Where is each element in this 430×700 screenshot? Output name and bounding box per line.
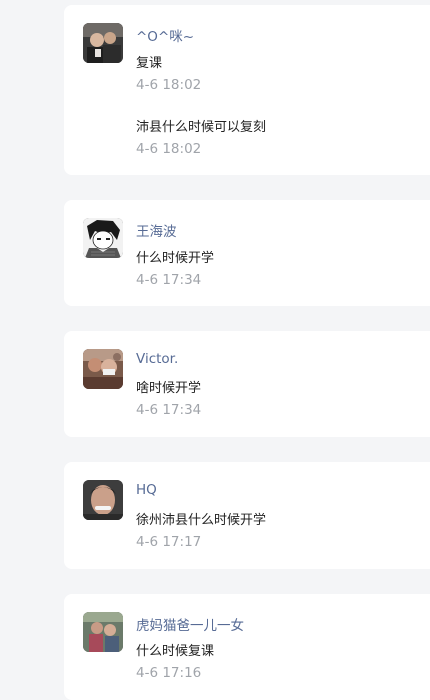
comment-card: ^O^咪~ 复课 4-6 18:02 沛县什么时候可以复刻 4-6 18:02 <box>64 5 430 175</box>
comment-text: 徐州沛县什么时候开学 <box>136 513 267 528</box>
comment-text: 沛县什么时候可以复刻 <box>136 120 267 135</box>
comment-text: 啥时候开学 <box>136 381 202 396</box>
comment-feed: ^O^咪~ 复课 4-6 18:02 沛县什么时候可以复刻 4-6 18:02 … <box>0 0 430 700</box>
comment-time: 4-6 17:16 <box>136 665 202 681</box>
comment-time: 4-6 17:17 <box>136 534 202 550</box>
user-name[interactable]: 王海波 <box>136 220 177 240</box>
user-name[interactable]: ^O^咪~ <box>136 25 194 45</box>
comment-time: 4-6 17:34 <box>136 272 202 288</box>
user-name[interactable]: Victor. <box>136 351 178 367</box>
user-avatar[interactable] <box>83 218 123 258</box>
comment-card: 王海波 什么时候开学 4-6 17:34 <box>64 200 430 306</box>
comment-text: 什么时候复课 <box>136 644 215 659</box>
comment-text: 什么时候开学 <box>136 251 215 266</box>
comment-time: 4-6 18:02 <box>136 141 202 157</box>
user-avatar[interactable] <box>83 23 123 63</box>
user-name[interactable]: 虎妈猫爸一儿一女 <box>136 614 244 634</box>
user-name[interactable]: HQ <box>136 482 157 498</box>
user-photo-avatar-icon <box>83 612 123 652</box>
comment-card: Victor. 啥时候开学 4-6 17:34 <box>64 331 430 437</box>
user-photo-avatar-icon <box>83 349 123 389</box>
user-photo-avatar-icon <box>83 23 123 63</box>
user-avatar[interactable] <box>83 612 123 652</box>
comment-time: 4-6 17:34 <box>136 402 202 418</box>
user-avatar[interactable] <box>83 480 123 520</box>
user-avatar[interactable] <box>83 349 123 389</box>
user-photo-avatar-icon <box>83 480 123 520</box>
comment-card: HQ 徐州沛县什么时候开学 4-6 17:17 <box>64 462 430 569</box>
anime-character-avatar-icon <box>83 218 123 258</box>
comment-text: 复课 <box>136 56 163 71</box>
comment-time: 4-6 18:02 <box>136 77 202 93</box>
comment-card: 虎妈猫爸一儿一女 什么时候复课 4-6 17:16 <box>64 594 430 700</box>
